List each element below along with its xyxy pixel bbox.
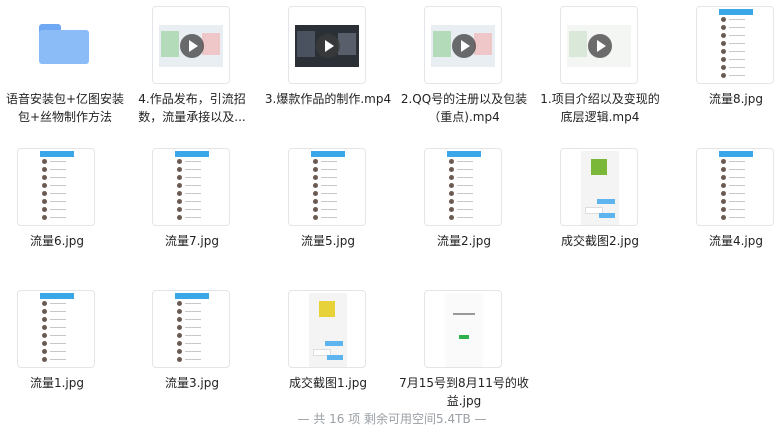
file-name: 流量6.jpg	[29, 234, 85, 248]
file-name: 3.爆款作品的制作.mp4	[264, 92, 392, 106]
file-name: 4.作品发布，引流招数，流量承接以及...	[138, 92, 246, 124]
file-name: 7月15号到8月11号的收益.jpg	[399, 376, 529, 408]
play-icon	[588, 34, 612, 58]
file-name: 流量5.jpg	[300, 234, 356, 248]
play-icon	[316, 34, 340, 58]
image-thumbnail	[424, 148, 502, 226]
image-thumbnail	[288, 148, 366, 226]
file-name: 语音安装包+亿图安装包+丝物制作方法	[5, 92, 125, 124]
file-name: 成交截图1.jpg	[288, 376, 368, 390]
file-name: 流量7.jpg	[164, 234, 220, 248]
play-icon	[452, 34, 476, 58]
file-name: 流量3.jpg	[164, 376, 220, 390]
image-thumbnail	[152, 290, 230, 368]
play-icon	[180, 34, 204, 58]
image-thumbnail	[288, 290, 366, 368]
file-name: 成交截图2.jpg	[560, 234, 640, 248]
image-thumbnail	[17, 290, 95, 368]
file-name: 流量2.jpg	[436, 234, 492, 248]
video-thumbnail	[152, 6, 230, 84]
status-footer: — 共 16 项 剩余可用空间5.4TB —	[297, 412, 487, 426]
folder-icon	[25, 6, 103, 84]
video-thumbnail	[424, 6, 502, 84]
file-name: 流量4.jpg	[708, 234, 764, 248]
file-name: 2.QQ号的注册以及包装（重点).mp4	[400, 92, 528, 124]
video-thumbnail	[288, 6, 366, 84]
file-name: 1.项目介绍以及变现的底层逻辑.mp4	[540, 92, 660, 124]
image-thumbnail	[560, 148, 638, 226]
image-thumbnail	[17, 148, 95, 226]
image-thumbnail	[696, 148, 774, 226]
image-thumbnail	[424, 290, 502, 368]
file-name: 流量1.jpg	[29, 376, 85, 390]
image-thumbnail	[152, 148, 230, 226]
video-thumbnail	[560, 6, 638, 84]
file-name: 流量8.jpg	[708, 92, 764, 106]
image-thumbnail	[696, 6, 774, 84]
